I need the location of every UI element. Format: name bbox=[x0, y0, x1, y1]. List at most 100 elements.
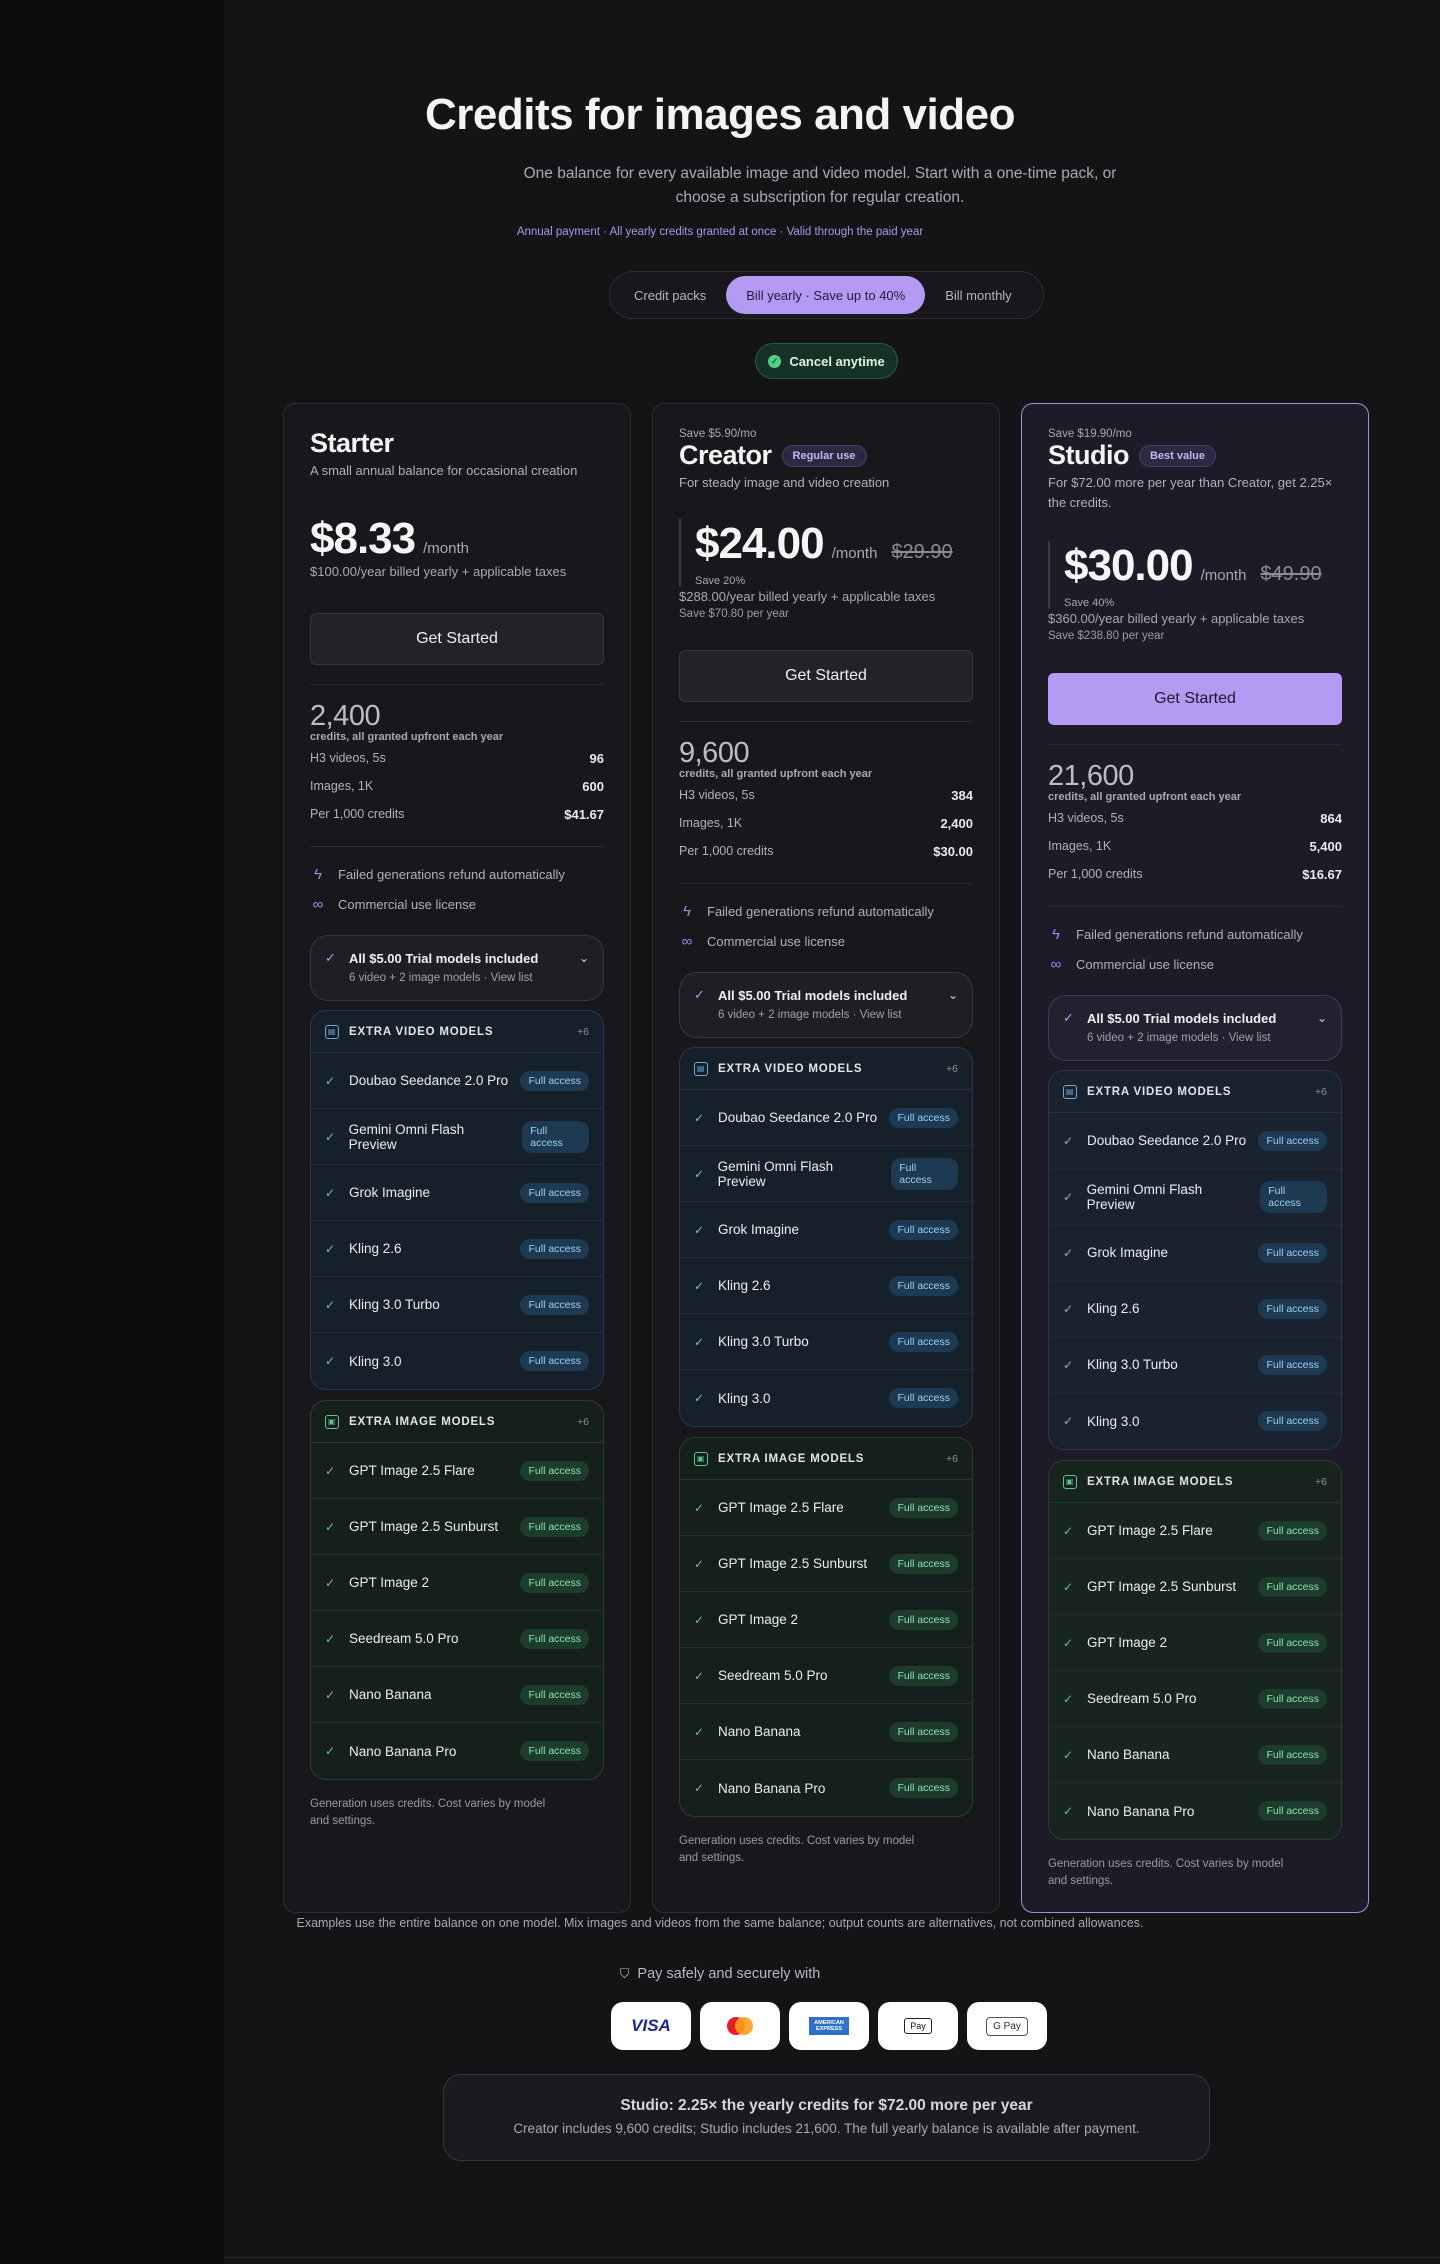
billed-note: $360.00/year billed yearly + applicable … bbox=[1048, 611, 1305, 626]
model-row: ✓ GPT Image 2.5 Flare Full access bbox=[1049, 1503, 1341, 1559]
feature-refund: ϟ Failed generations refund automatically bbox=[310, 859, 604, 889]
model-row: ✓ GPT Image 2.5 Sunburst Full access bbox=[311, 1499, 603, 1555]
model-row: ✓ Kling 3.0 Turbo Full access bbox=[680, 1314, 972, 1370]
yearly-saving: Save $70.80 per year bbox=[679, 608, 789, 620]
model-name: Nano Banana bbox=[718, 1724, 801, 1739]
model-row: ✓ Nano Banana Full access bbox=[1049, 1727, 1341, 1783]
film-icon: ▤ bbox=[1063, 1084, 1077, 1099]
tab-bill-monthly[interactable]: Bill monthly bbox=[925, 276, 1031, 314]
model-row: ✓ GPT Image 2.5 Flare Full access bbox=[680, 1480, 972, 1536]
check-icon: ✓ bbox=[694, 1781, 705, 1795]
tab-credit-packs[interactable]: Credit packs bbox=[614, 276, 726, 314]
model-row: ✓ Grok Imagine Full access bbox=[311, 1165, 603, 1221]
stat-label: H3 videos, 5s bbox=[310, 751, 386, 765]
group-title: EXTRA IMAGE MODELS bbox=[718, 1452, 865, 1465]
stat-value: 384 bbox=[951, 787, 973, 803]
plan-card-starter: Starter A small annual balance for occas… bbox=[283, 403, 631, 1913]
stat-label: Images, 1K bbox=[310, 779, 374, 793]
full-access-badge: Full access bbox=[520, 1516, 589, 1537]
billing-note: Annual payment · All yearly credits gran… bbox=[516, 226, 924, 238]
full-access-badge: Full access bbox=[520, 1572, 589, 1593]
full-access-badge: Full access bbox=[520, 1182, 589, 1203]
google-pay-logo: G Pay bbox=[967, 2002, 1047, 2050]
lightning-icon: ϟ bbox=[683, 902, 691, 920]
trial-models-dropdown[interactable]: ✓ All $5.00 Trial models included ⌄ 6 vi… bbox=[1048, 995, 1342, 1061]
model-row: ✓ GPT Image 2 Full access bbox=[1049, 1615, 1341, 1671]
chevron-down-icon: ⌄ bbox=[1316, 1011, 1327, 1025]
feature-label: Failed generations refund automatically bbox=[707, 903, 934, 919]
model-row: ✓ Gemini Omni Flash Preview Full access bbox=[311, 1109, 603, 1165]
model-name: GPT Image 2.5 Sunburst bbox=[1087, 1579, 1237, 1594]
full-access-badge: Full access bbox=[520, 1741, 589, 1761]
price-block: $24.00 /month $29.90 Save 20% bbox=[679, 519, 973, 587]
model-name: GPT Image 2.5 Sunburst bbox=[349, 1519, 499, 1534]
stat-label: Per 1,000 credits bbox=[679, 844, 774, 858]
full-access-badge: Full access bbox=[1258, 1520, 1327, 1541]
model-row: ✓ Nano Banana Full access bbox=[311, 1667, 603, 1723]
stat-row: Images, 1K 5,400 bbox=[1048, 832, 1342, 860]
group-count: +6 bbox=[1315, 1475, 1327, 1488]
film-icon: ▤ bbox=[694, 1061, 708, 1076]
pay-safely-row: ⛉ Pay safely and securely with bbox=[0, 1966, 1440, 1982]
cancel-anytime-badge: ✓ Cancel anytime bbox=[755, 343, 898, 379]
trial-title: All $5.00 Trial models included bbox=[1087, 1010, 1277, 1026]
check-icon: ✓ bbox=[694, 1668, 705, 1683]
full-access-badge: Full access bbox=[1258, 1632, 1327, 1653]
image-icon: ▣ bbox=[325, 1414, 339, 1429]
footer-divider bbox=[224, 2257, 1440, 2258]
full-access-badge: Full access bbox=[1258, 1411, 1327, 1431]
check-icon: ✓ bbox=[694, 1166, 705, 1181]
trial-models-dropdown[interactable]: ✓ All $5.00 Trial models included ⌄ 6 vi… bbox=[310, 935, 604, 1001]
model-row: ✓ GPT Image 2.5 Flare Full access bbox=[311, 1443, 603, 1499]
full-access-badge: Full access bbox=[889, 1107, 958, 1128]
model-name: Nano Banana Pro bbox=[1087, 1803, 1195, 1819]
google-pay-wordmark: G Pay bbox=[986, 2016, 1028, 2036]
check-icon: ✓ bbox=[1063, 1691, 1074, 1706]
model-name: Doubao Seedance 2.0 Pro bbox=[349, 1073, 509, 1088]
full-access-badge: Full access bbox=[1258, 1298, 1327, 1319]
check-icon: ✓ bbox=[325, 1185, 336, 1200]
extra-image-models: ▣ EXTRA IMAGE MODELS +6 ✓ GPT Image 2.5 … bbox=[310, 1400, 604, 1780]
full-access-badge: Full access bbox=[889, 1275, 958, 1296]
get-started-button[interactable]: Get Started bbox=[310, 613, 604, 665]
tab-bill-yearly[interactable]: Bill yearly · Save up to 40% bbox=[726, 276, 926, 314]
get-started-button[interactable]: Get Started bbox=[1048, 673, 1342, 725]
stat-row: H3 videos, 5s 384 bbox=[679, 781, 973, 809]
full-access-badge: Full access bbox=[520, 1628, 589, 1649]
model-row: ✓ Grok Imagine Full access bbox=[1049, 1225, 1341, 1281]
check-circle-icon: ✓ bbox=[768, 354, 782, 368]
model-row: ✓ Nano Banana Full access bbox=[680, 1704, 972, 1760]
check-icon: ✓ bbox=[1063, 1579, 1074, 1594]
stat-label: H3 videos, 5s bbox=[679, 788, 755, 802]
check-icon: ✓ bbox=[1063, 1010, 1074, 1025]
trial-models-dropdown[interactable]: ✓ All $5.00 Trial models included ⌄ 6 vi… bbox=[679, 972, 973, 1038]
extra-image-models: ▣ EXTRA IMAGE MODELS +6 ✓ GPT Image 2.5 … bbox=[1048, 1460, 1342, 1840]
group-title: EXTRA IMAGE MODELS bbox=[349, 1415, 496, 1428]
full-access-badge: Full access bbox=[520, 1070, 589, 1091]
check-icon: ✓ bbox=[694, 1724, 705, 1739]
full-access-badge: Full access bbox=[889, 1665, 958, 1686]
check-icon: ✓ bbox=[694, 1612, 705, 1627]
divider bbox=[679, 883, 973, 884]
page-title: Credits for images and video bbox=[425, 90, 1015, 139]
model-row: ✓ Seedream 5.0 Pro Full access bbox=[311, 1611, 603, 1667]
promo-title: Studio: 2.25× the yearly credits for $72… bbox=[620, 2097, 1033, 2114]
full-access-badge: Full access bbox=[889, 1778, 958, 1798]
check-icon: ✓ bbox=[325, 1297, 336, 1312]
model-name: Nano Banana Pro bbox=[718, 1780, 826, 1796]
get-started-button[interactable]: Get Started bbox=[679, 650, 973, 702]
stat-value: 600 bbox=[582, 778, 604, 794]
full-access-badge: Full access bbox=[520, 1294, 589, 1315]
examples-note: Examples use the entire balance on one m… bbox=[296, 1916, 1144, 1930]
group-count: +6 bbox=[577, 1415, 589, 1428]
full-access-badge: Full access bbox=[1258, 1130, 1327, 1151]
divider bbox=[1048, 744, 1342, 745]
stat-label: Images, 1K bbox=[679, 816, 743, 830]
feature-refund: ϟ Failed generations refund automatically bbox=[1048, 919, 1342, 949]
stat-label: Per 1,000 credits bbox=[1048, 867, 1143, 881]
full-access-badge: Full access bbox=[889, 1721, 958, 1742]
film-icon: ▤ bbox=[325, 1024, 339, 1039]
divider bbox=[679, 721, 973, 722]
visa-wordmark: VISA bbox=[631, 2016, 671, 2035]
stat-value: 96 bbox=[589, 750, 604, 766]
